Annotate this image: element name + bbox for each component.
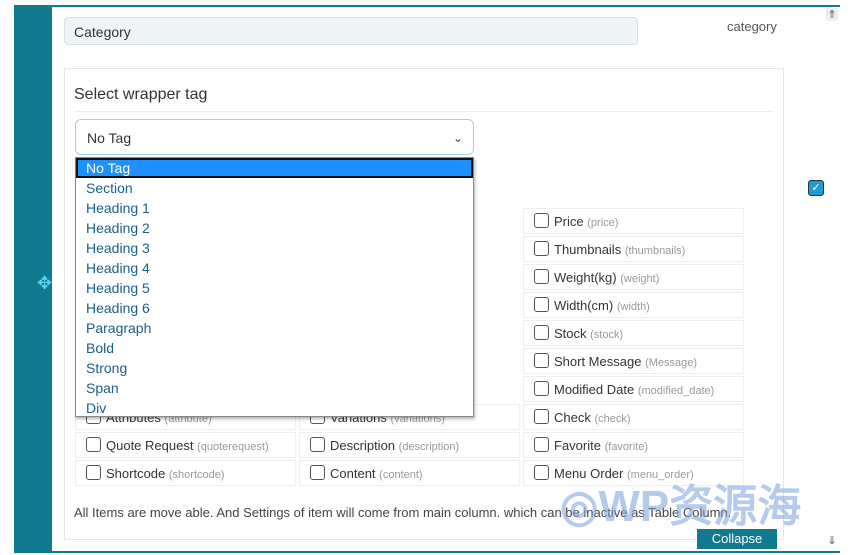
checkbox[interactable]: [534, 409, 549, 424]
item-label: Width(cm): [554, 298, 614, 313]
item-key: (content): [379, 469, 423, 481]
item-label: Description: [330, 438, 396, 453]
option-span[interactable]: Span: [76, 378, 473, 398]
checkbox[interactable]: [534, 381, 549, 396]
item-label: Quote Request: [106, 438, 194, 453]
item-width[interactable]: Width(cm) (width): [523, 292, 744, 318]
item-check[interactable]: Check (check): [523, 404, 744, 430]
column-label-input[interactable]: Category: [64, 17, 638, 45]
item-price[interactable]: Price (price): [523, 208, 744, 234]
checkbox[interactable]: [310, 465, 325, 480]
item-key: (check): [594, 413, 631, 425]
item-key: (weight): [620, 273, 660, 285]
item-label: Weight(kg): [554, 270, 617, 285]
divider: [74, 111, 774, 112]
enable-checkbox[interactable]: ✓: [808, 180, 824, 196]
wrapper-tag-heading: Select wrapper tag: [74, 86, 208, 103]
option-div[interactable]: Div: [76, 398, 473, 418]
item-key: (width): [616, 301, 650, 313]
item-key: (shortcode): [168, 469, 225, 481]
item-quoterequest[interactable]: Quote Request (quoterequest): [75, 432, 296, 458]
move-icon: ✥: [37, 273, 53, 293]
watermark-logo: ◎WP资源海: [560, 482, 802, 531]
item-label: Thumbnails: [554, 242, 622, 257]
option-heading-5[interactable]: Heading 5: [76, 278, 473, 298]
item-modified_date[interactable]: Modified Date (modified_date): [523, 376, 744, 402]
item-weight[interactable]: Weight(kg) (weight): [523, 264, 744, 290]
item-key: (Message): [645, 357, 698, 369]
option-heading-3[interactable]: Heading 3: [76, 238, 473, 258]
checkbox[interactable]: [310, 437, 325, 452]
item-Message[interactable]: Short Message (Message): [523, 348, 744, 374]
move-up-button[interactable]: ⇑: [826, 8, 838, 21]
item-label: Price: [554, 214, 584, 229]
item-key: (quoterequest): [197, 441, 269, 453]
item-thumbnails[interactable]: Thumbnails (thumbnails): [523, 236, 744, 262]
move-down-button[interactable]: ⇓: [826, 534, 838, 547]
drag-handle[interactable]: ✥: [14, 5, 52, 551]
checkbox[interactable]: [534, 353, 549, 368]
option-no-tag[interactable]: No Tag: [76, 158, 473, 178]
item-label: Content: [330, 466, 376, 481]
option-section[interactable]: Section: [76, 178, 473, 198]
checkbox[interactable]: [86, 437, 101, 452]
option-strong[interactable]: Strong: [76, 358, 473, 378]
item-key: (modified_date): [637, 385, 715, 397]
item-stock[interactable]: Stock (stock): [523, 320, 744, 346]
item-shortcode[interactable]: Shortcode (shortcode): [75, 460, 296, 486]
checkbox[interactable]: [534, 437, 549, 452]
item-key: (description): [398, 441, 460, 453]
column-key: category: [727, 19, 777, 34]
item-content[interactable]: Content (content): [299, 460, 520, 486]
wrapper-tag-select[interactable]: No Tag ⌄: [75, 119, 474, 155]
item-label: Shortcode: [106, 466, 166, 481]
option-heading-6[interactable]: Heading 6: [76, 298, 473, 318]
item-label: Short Message: [554, 354, 642, 369]
checkbox[interactable]: [534, 297, 549, 312]
item-label: Stock: [554, 326, 587, 341]
checkbox[interactable]: [86, 465, 101, 480]
checkbox[interactable]: [534, 325, 549, 340]
option-paragraph[interactable]: Paragraph: [76, 318, 473, 338]
item-label: Modified Date: [554, 382, 635, 397]
checkbox[interactable]: [534, 241, 549, 256]
option-heading-4[interactable]: Heading 4: [76, 258, 473, 278]
checkbox[interactable]: [534, 269, 549, 284]
checkbox[interactable]: [534, 465, 549, 480]
chevron-down-icon: ⌄: [452, 131, 463, 145]
checkbox[interactable]: [534, 213, 549, 228]
item-label: Favorite: [554, 438, 601, 453]
item-key: (favorite): [604, 441, 648, 453]
item-key: (stock): [590, 329, 624, 341]
item-key: (thumbnails): [624, 245, 686, 257]
option-heading-2[interactable]: Heading 2: [76, 218, 473, 238]
wrapper-tag-dropdown[interactable]: No Tag Section Heading 1 Heading 2 Heading 3…: [75, 157, 474, 417]
collapse-button[interactable]: Collapse: [697, 529, 777, 549]
item-key: (price): [587, 217, 619, 229]
item-favorite[interactable]: Favorite (favorite): [523, 432, 744, 458]
item-description[interactable]: Description (description): [299, 432, 520, 458]
option-bold[interactable]: Bold: [76, 338, 473, 358]
option-heading-1[interactable]: Heading 1: [76, 198, 473, 218]
item-label: Check: [554, 410, 591, 425]
selected-value: No Tag: [87, 130, 132, 146]
